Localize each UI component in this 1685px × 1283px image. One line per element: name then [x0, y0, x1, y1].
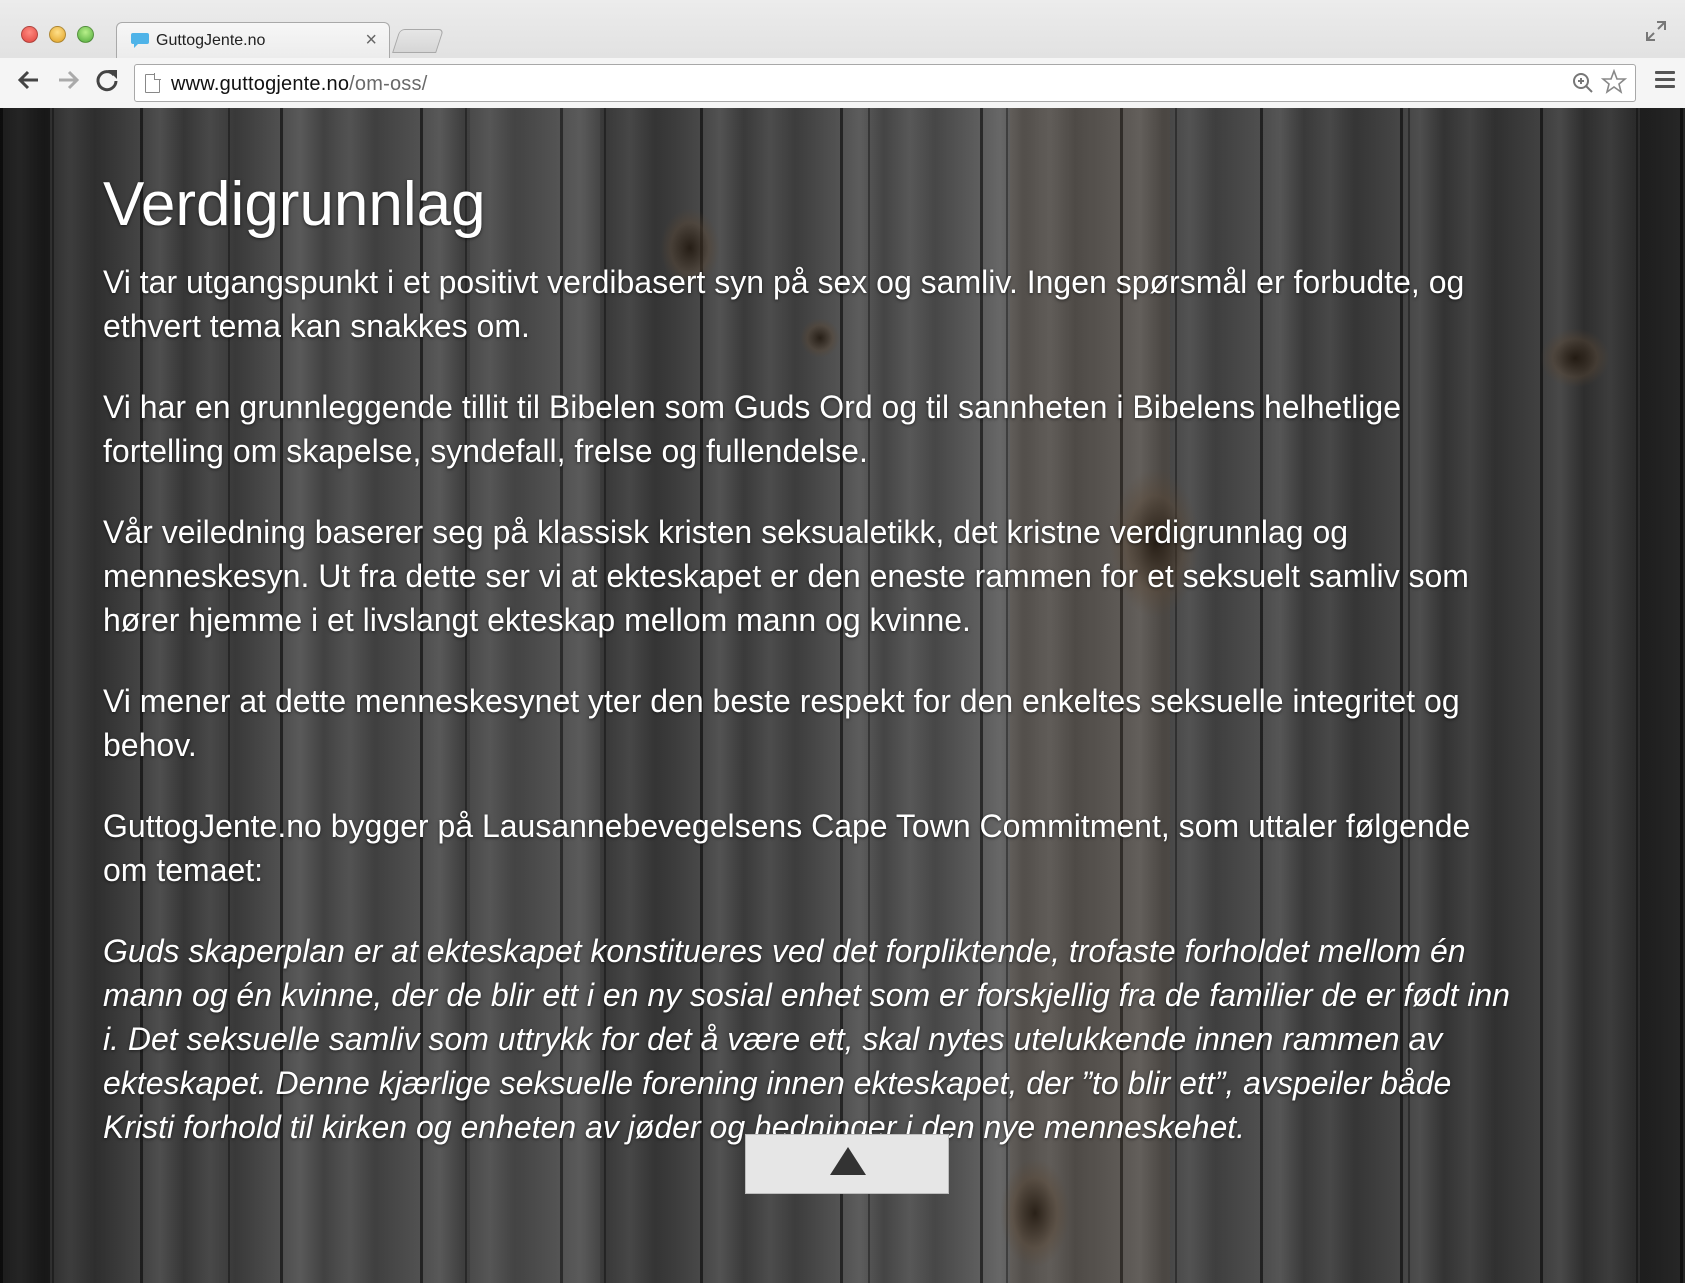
toolbar: www.guttogjente.no/om-oss/: [0, 58, 1685, 108]
minimize-window-button[interactable]: [49, 26, 66, 43]
browser-chrome: GuttogJente.no × www.guttogjente.no/om-o…: [0, 0, 1685, 108]
close-window-button[interactable]: [21, 26, 38, 43]
paragraph: Vi har en grunnleggende tillit til Bibel…: [103, 389, 1401, 469]
zoom-icon[interactable]: [1571, 71, 1595, 95]
star-icon[interactable]: [1601, 69, 1627, 95]
main-content: Verdigrunnlag Vi tar utgangspunkt i et p…: [103, 174, 1523, 1186]
tab-title: GuttogJente.no: [156, 32, 266, 49]
close-tab-button[interactable]: ×: [365, 29, 377, 52]
zoom-window-button[interactable]: [77, 26, 94, 43]
fullscreen-icon[interactable]: [1645, 20, 1667, 42]
paragraph: GuttogJente.no bygger på Lausannebevegel…: [103, 808, 1471, 888]
new-tab-button[interactable]: [392, 29, 444, 53]
scroll-to-top-button[interactable]: [745, 1134, 949, 1194]
paragraph: Vi mener at dette menneskesynet yter den…: [103, 683, 1460, 763]
wood-plank-shade: [1640, 108, 1685, 1283]
hamburger-menu-icon[interactable]: [1655, 71, 1675, 89]
reload-icon[interactable]: [94, 67, 120, 93]
address-bar[interactable]: www.guttogjente.no/om-oss/: [134, 64, 1636, 102]
tab-guttogjente[interactable]: GuttogJente.no ×: [116, 22, 390, 58]
page-icon: [145, 73, 161, 93]
quote-paragraph: Guds skaperplan er at ekteskapet konstit…: [103, 933, 1510, 1145]
tab-strip: GuttogJente.no ×: [0, 0, 1685, 58]
wood-grain-line: [52, 108, 54, 1283]
page-viewport: Verdigrunnlag Vi tar utgangspunkt i et p…: [0, 108, 1685, 1283]
arrow-up-icon: [830, 1147, 866, 1175]
arrow-left-icon[interactable]: [16, 67, 42, 93]
paragraph: Vi tar utgangspunkt i et positivt verdib…: [103, 264, 1465, 344]
url-host: www.guttogjente.no: [171, 73, 350, 95]
arrow-right-icon[interactable]: [55, 67, 81, 93]
wood-knot: [1540, 328, 1610, 388]
wood-grain-line: [1636, 108, 1638, 1283]
wood-plank-shade: [0, 108, 50, 1283]
url-text[interactable]: www.guttogjente.no/om-oss/: [171, 73, 427, 96]
paragraph: Vår veiledning baserer seg på klassisk k…: [103, 514, 1469, 638]
speech-bubble-icon: [131, 33, 149, 48]
page-title: Verdigrunnlag: [103, 170, 486, 239]
url-path: /om-oss/: [349, 73, 428, 95]
